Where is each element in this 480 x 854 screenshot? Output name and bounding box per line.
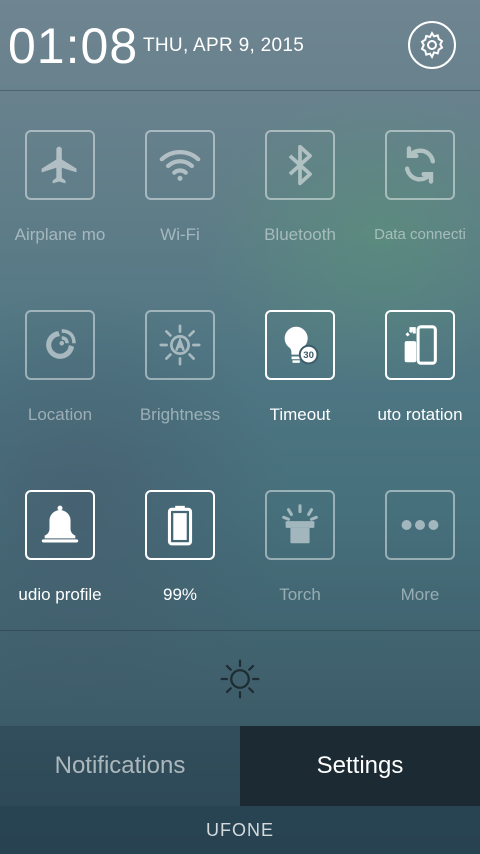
tab-settings[interactable]: Settings — [240, 726, 480, 806]
brightness-sun-icon[interactable] — [219, 658, 261, 700]
tile-label: Airplane mo — [14, 225, 106, 244]
tile-label: More — [400, 585, 440, 604]
tile-more-box[interactable] — [385, 490, 455, 560]
tile-brightness[interactable]: Brightness — [120, 270, 240, 450]
tile-data-connection[interactable]: Data connecti — [360, 90, 480, 270]
tile-battery-box[interactable] — [145, 490, 215, 560]
tile-label: uto rotation — [377, 405, 463, 424]
location-icon — [46, 329, 76, 359]
tile-label: 99% — [162, 585, 198, 604]
timeout-badge: 30 — [303, 350, 314, 361]
auto-rotation-icon — [404, 325, 437, 365]
tile-label: Data connecti — [374, 226, 466, 243]
tile-wifi-box[interactable] — [145, 130, 215, 200]
tile-torch[interactable]: Torch — [240, 450, 360, 630]
brightness-icon — [159, 324, 201, 366]
tile-location-box[interactable] — [25, 310, 95, 380]
tile-audio-box[interactable] — [25, 490, 95, 560]
tile-auto-rotation[interactable]: uto rotation — [360, 270, 480, 450]
tile-label: Timeout — [269, 405, 331, 424]
status-header: 01:08 THU, APR 9, 2015 — [0, 0, 480, 90]
tile-label: Location — [27, 405, 93, 424]
timeout-bulb-icon: 30 — [284, 326, 319, 365]
battery-icon — [167, 505, 193, 546]
tile-label: Torch — [279, 585, 321, 604]
tile-timeout[interactable]: 30 Timeout — [240, 270, 360, 450]
panel-tabs: Notifications Settings — [0, 726, 480, 806]
gear-icon — [420, 31, 444, 60]
tile-rotation-box[interactable] — [385, 310, 455, 380]
wifi-icon — [159, 150, 201, 181]
bluetooth-icon — [288, 144, 312, 186]
tile-airplane-mode[interactable]: Airplane mo — [0, 90, 120, 270]
tab-notifications[interactable]: Notifications — [0, 726, 240, 806]
brightness-row[interactable] — [0, 631, 480, 726]
sync-icon — [404, 146, 436, 184]
tile-location[interactable]: Location — [0, 270, 120, 450]
bell-icon — [41, 505, 79, 543]
tile-label: Bluetooth — [264, 225, 336, 244]
tile-audio-profiles[interactable]: udio profile — [0, 450, 120, 630]
airplane-icon — [41, 146, 77, 184]
settings-gear-button[interactable] — [408, 21, 456, 69]
tile-label: udio profile — [18, 585, 102, 604]
carrier-label: UFONE — [0, 806, 480, 854]
tile-brightness-box[interactable] — [145, 310, 215, 380]
tile-timeout-box[interactable]: 30 — [265, 310, 335, 380]
date-text: THU, APR 9, 2015 — [143, 35, 305, 56]
more-icon — [401, 520, 439, 530]
tile-label: Brightness — [139, 405, 221, 424]
tile-wifi[interactable]: Wi-Fi — [120, 90, 240, 270]
tile-label: Wi-Fi — [160, 225, 200, 244]
torch-icon — [282, 504, 318, 544]
tile-bluetooth[interactable]: Bluetooth — [240, 90, 360, 270]
tile-torch-box[interactable] — [265, 490, 335, 560]
tile-data-box[interactable] — [385, 130, 455, 200]
tile-bluetooth-box[interactable] — [265, 130, 335, 200]
tile-airplane-box[interactable] — [25, 130, 95, 200]
tile-more[interactable]: More — [360, 450, 480, 630]
tile-battery[interactable]: 99% — [120, 450, 240, 630]
clock-time: 01:08 — [8, 18, 139, 74]
